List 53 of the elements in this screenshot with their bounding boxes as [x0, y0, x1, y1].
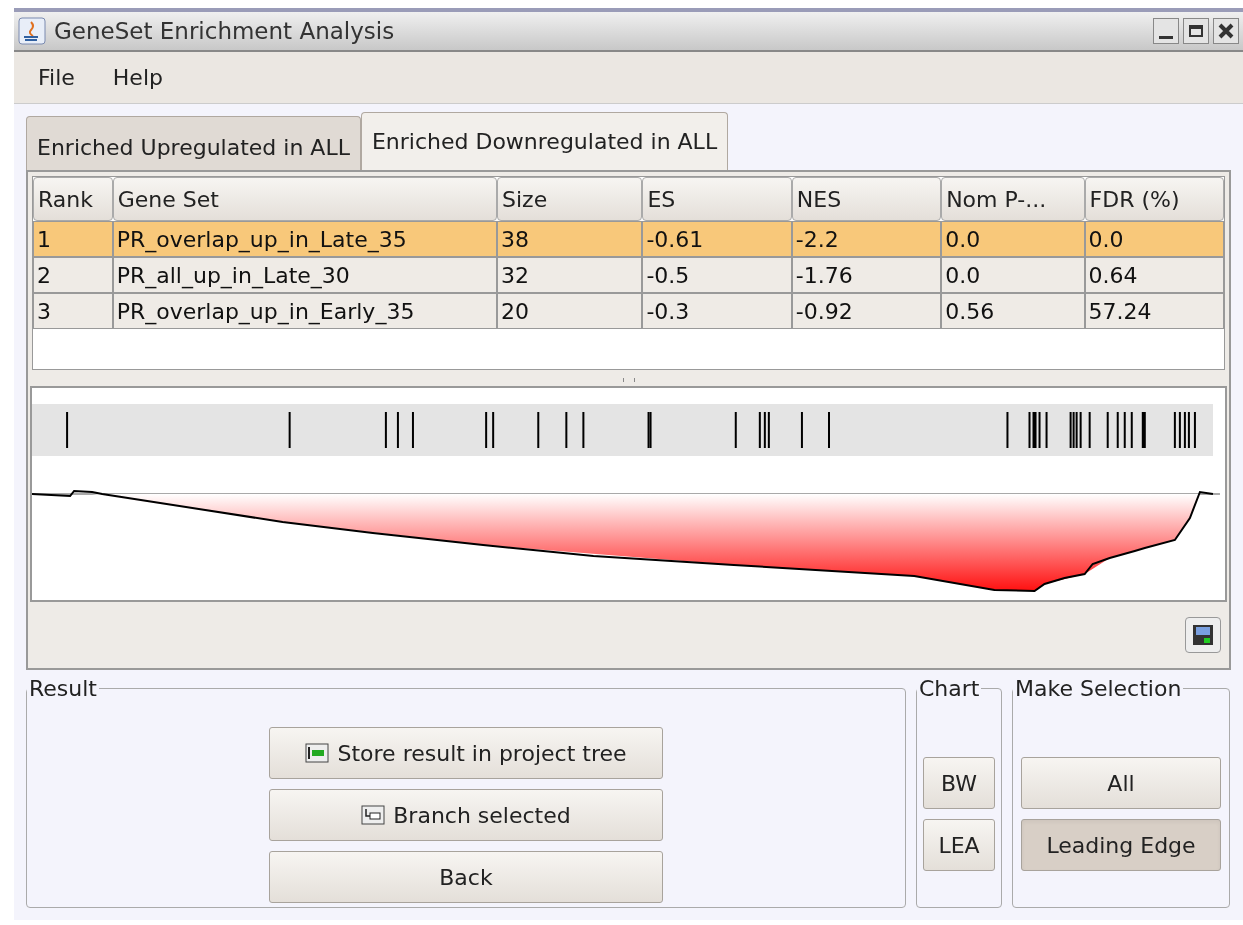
- action-button[interactable]: Store result in project tree: [269, 727, 663, 779]
- table-cell: 57.24: [1084, 293, 1224, 329]
- table-row[interactable]: 2 PR_all_up_in_Late_30 32 -0.5 -1.76 0.0 0.64: [33, 257, 1224, 293]
- table-cell: -0.3: [642, 293, 792, 329]
- column-header[interactable]: Gene Set: [112, 177, 497, 221]
- column-header[interactable]: FDR (%): [1084, 177, 1224, 221]
- maximize-button[interactable]: [1183, 18, 1209, 44]
- table-row[interactable]: 3 PR_overlap_up_in_Early_35 20 -0.3 -0.92 0.56 57.24: [33, 293, 1224, 329]
- table-cell: -0.61: [642, 221, 792, 257]
- table-cell: 1: [33, 221, 113, 257]
- table-cell: -0.5: [642, 257, 792, 293]
- save-icon[interactable]: [1185, 617, 1221, 653]
- table-cell: 0.0: [941, 257, 1085, 293]
- tree-node-icon: [305, 743, 330, 763]
- group-title: Make Selection: [1014, 675, 1183, 703]
- table-cell: PR_overlap_up_in_Early_35: [112, 293, 498, 329]
- column-header[interactable]: NES: [791, 177, 942, 221]
- close-button[interactable]: [1213, 18, 1239, 44]
- table-cell: 0.56: [941, 293, 1085, 329]
- action-button[interactable]: Branch selected: [269, 789, 663, 841]
- chart-mode-button[interactable]: LEA: [923, 819, 995, 871]
- table-cell: 38: [497, 221, 643, 257]
- table-cell: PR_all_up_in_Late_30: [112, 257, 498, 293]
- table-cell: -1.76: [791, 257, 942, 293]
- selection-button[interactable]: All: [1021, 757, 1221, 809]
- action-button[interactable]: Back: [269, 851, 663, 903]
- table-row[interactable]: 1 PR_overlap_up_in_Late_35 38 -0.61 -2.2 0.0 0.0: [33, 221, 1224, 257]
- column-header[interactable]: ES: [642, 177, 792, 221]
- table-cell: 0.64: [1084, 257, 1224, 293]
- column-header[interactable]: Size: [497, 177, 643, 221]
- app-icon: [18, 17, 46, 45]
- table-cell: 20: [497, 293, 643, 329]
- selection-button[interactable]: Leading Edge: [1021, 819, 1221, 871]
- menu-item[interactable]: File: [38, 61, 75, 94]
- chart-mode-button[interactable]: BW: [923, 757, 995, 809]
- table-cell: 2: [33, 257, 113, 293]
- tab[interactable]: Enriched Upregulated in ALL: [26, 116, 361, 170]
- table-cell: PR_overlap_up_in_Late_35: [112, 221, 498, 257]
- table-cell: -2.2: [791, 221, 942, 257]
- window-title: GeneSet Enrichment Analysis: [54, 16, 395, 46]
- menu-item[interactable]: Help: [112, 61, 163, 94]
- table-cell: 32: [497, 257, 643, 293]
- group-title: Chart: [918, 675, 981, 703]
- minimize-button[interactable]: [1153, 18, 1179, 44]
- column-header[interactable]: Rank: [33, 177, 113, 221]
- tab[interactable]: Enriched Downregulated in ALL: [360, 112, 729, 170]
- table-cell: 0.0: [941, 221, 1085, 257]
- table-cell: -0.92: [791, 293, 942, 329]
- group-title: Result: [28, 675, 98, 703]
- table-cell: 3: [33, 293, 113, 329]
- column-header[interactable]: Nom P-...: [941, 177, 1085, 221]
- table-cell: 0.0: [1084, 221, 1224, 257]
- branch-icon: [361, 805, 386, 825]
